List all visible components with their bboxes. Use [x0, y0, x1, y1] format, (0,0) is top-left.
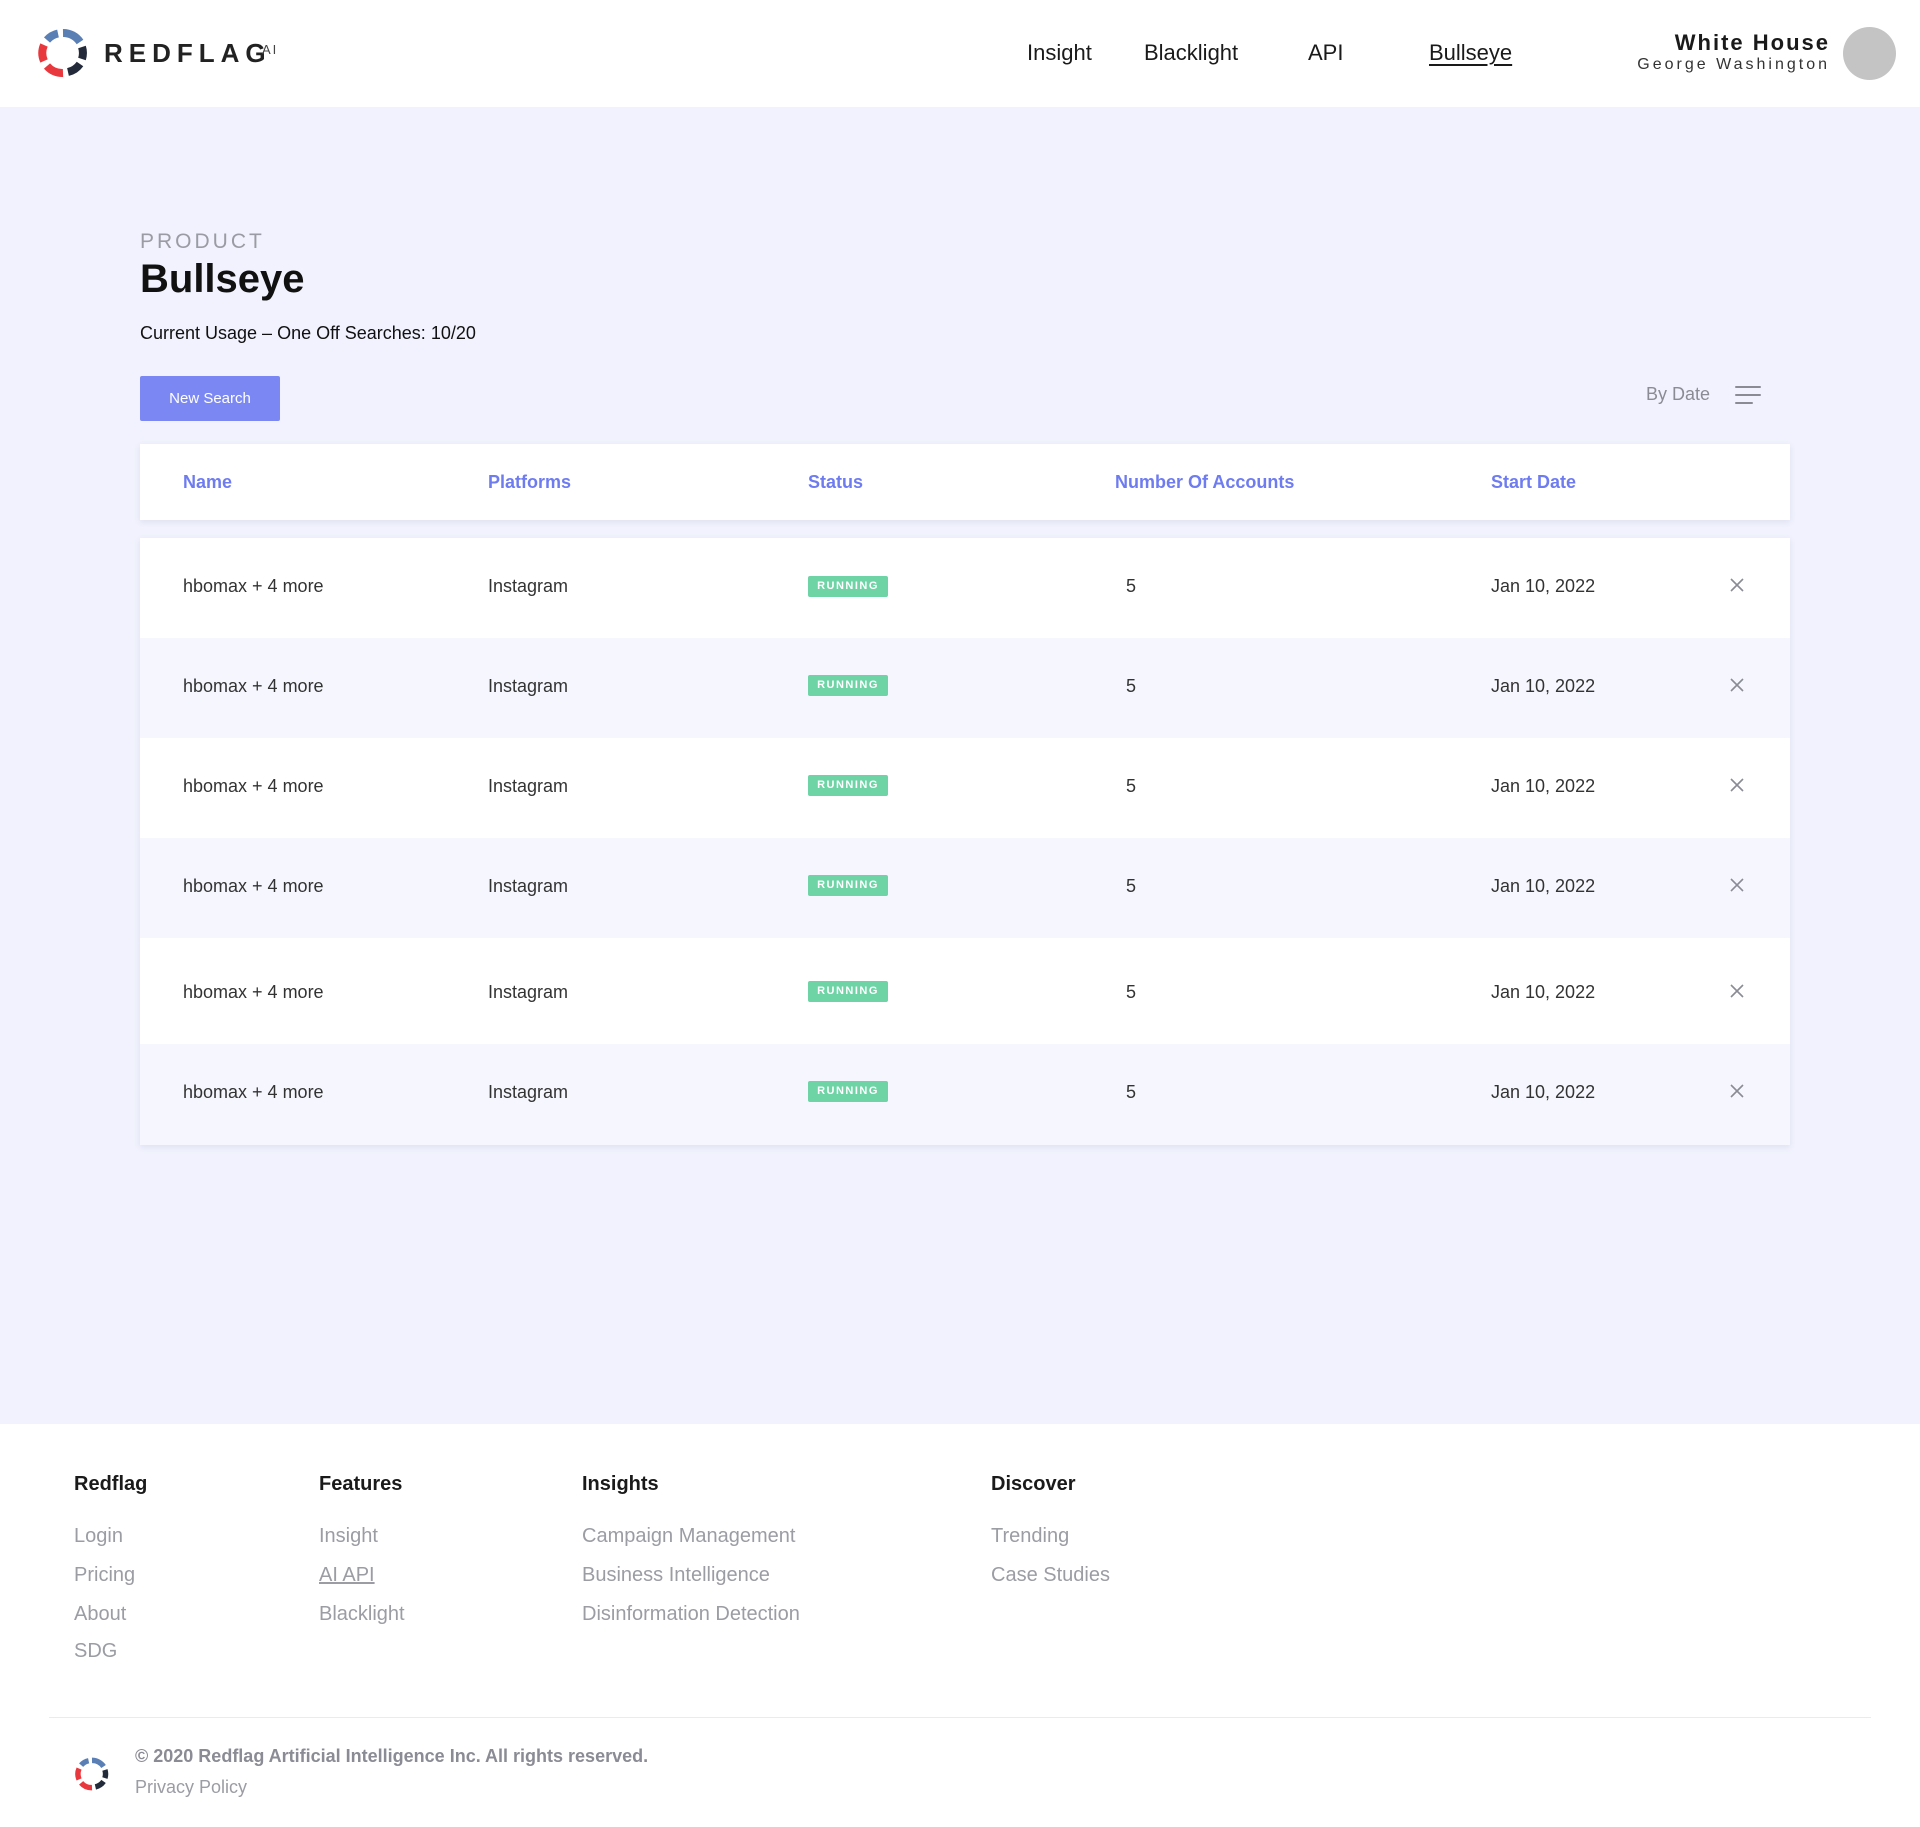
- row-accounts: 5: [1126, 776, 1137, 796]
- status-badge: RUNNING: [808, 775, 888, 796]
- footer-link-ai-api[interactable]: AI API: [319, 1564, 375, 1587]
- table-row[interactable]: hbomax + 4 more Instagram RUNNING 5 Jan …: [140, 538, 1790, 638]
- footer-col-title-features: Features: [319, 1473, 403, 1495]
- new-search-button[interactable]: New Search: [140, 376, 280, 421]
- close-icon[interactable]: [1729, 1083, 1745, 1099]
- table-row[interactable]: hbomax + 4 more Instagram RUNNING 5 Jan …: [140, 838, 1790, 938]
- main-content: PRODUCT Bullseye Current Usage – One Off…: [0, 107, 1920, 1424]
- row-name: hbomax + 4 more: [183, 576, 324, 596]
- row-platform: Instagram: [488, 876, 569, 896]
- column-header-status[interactable]: Status: [808, 472, 863, 493]
- footer-col-title-redflag: Redflag: [74, 1473, 148, 1495]
- close-icon[interactable]: [1729, 677, 1745, 693]
- status-badge: RUNNING: [808, 1081, 888, 1102]
- row-start-date: Jan 10, 2022: [1491, 982, 1596, 1002]
- usage-text: Current Usage – One Off Searches: 10/20: [140, 323, 476, 343]
- row-platform: Instagram: [488, 776, 569, 796]
- page-eyebrow: PRODUCT: [140, 230, 265, 253]
- top-header: REDFLAG AI Insight Blacklight API Bullse…: [0, 0, 1920, 107]
- nav-bullseye[interactable]: Bullseye: [1429, 40, 1512, 66]
- close-icon[interactable]: [1729, 877, 1745, 893]
- nav-insight[interactable]: Insight: [1027, 40, 1092, 66]
- footer-link-disinformation-detection[interactable]: Disinformation Detection: [582, 1603, 800, 1626]
- footer-link-pricing[interactable]: Pricing: [74, 1564, 135, 1587]
- footer-link-login[interactable]: Login: [74, 1525, 123, 1548]
- redflag-footer-logo-icon[interactable]: [75, 1757, 109, 1791]
- status-badge: RUNNING: [808, 675, 888, 696]
- row-start-date: Jan 10, 2022: [1491, 676, 1596, 696]
- column-header-name[interactable]: Name: [183, 472, 232, 493]
- row-start-date: Jan 10, 2022: [1491, 576, 1596, 596]
- close-icon[interactable]: [1729, 777, 1745, 793]
- row-name: hbomax + 4 more: [183, 1082, 324, 1102]
- sort-menu-icon[interactable]: [1735, 386, 1761, 406]
- footer-link-trending[interactable]: Trending: [991, 1525, 1069, 1548]
- row-platform: Instagram: [488, 676, 569, 696]
- avatar[interactable]: [1843, 27, 1896, 80]
- account-user: George Washington: [1637, 56, 1830, 73]
- row-accounts: 5: [1126, 1082, 1137, 1102]
- footer-link-case-studies[interactable]: Case Studies: [991, 1564, 1110, 1587]
- footer-link-business-intelligence[interactable]: Business Intelligence: [582, 1564, 770, 1587]
- account-name: White House: [1674, 30, 1830, 55]
- brand-name[interactable]: REDFLAG: [104, 38, 272, 69]
- footer-col-title-insights: Insights: [582, 1473, 659, 1495]
- brand-superscript: AI: [262, 42, 279, 57]
- row-accounts: 5: [1126, 982, 1137, 1002]
- row-platform: Instagram: [488, 576, 569, 596]
- footer-link-campaign-management[interactable]: Campaign Management: [582, 1525, 795, 1548]
- row-platform: Instagram: [488, 982, 569, 1002]
- table-header: Name Platforms Status Number Of Accounts…: [140, 444, 1790, 520]
- row-start-date: Jan 10, 2022: [1491, 1082, 1596, 1102]
- footer-link-about[interactable]: About: [74, 1603, 126, 1626]
- footer-divider: [49, 1717, 1871, 1718]
- row-start-date: Jan 10, 2022: [1491, 776, 1596, 796]
- nav-blacklight[interactable]: Blacklight: [1144, 40, 1238, 66]
- status-badge: RUNNING: [808, 981, 888, 1002]
- page-title: Bullseye: [140, 257, 305, 301]
- row-name: hbomax + 4 more: [183, 982, 324, 1002]
- row-accounts: 5: [1126, 576, 1137, 596]
- sort-by-date-label[interactable]: By Date: [1646, 384, 1710, 405]
- page-footer: Redflag Login Pricing About SDG Features…: [0, 1424, 1920, 1827]
- column-header-accounts[interactable]: Number Of Accounts: [1115, 472, 1294, 493]
- row-name: hbomax + 4 more: [183, 676, 324, 696]
- row-accounts: 5: [1126, 876, 1137, 896]
- searches-table: hbomax + 4 more Instagram RUNNING 5 Jan …: [140, 538, 1790, 1145]
- status-badge: RUNNING: [808, 576, 888, 597]
- footer-link-sdg[interactable]: SDG: [74, 1640, 117, 1663]
- privacy-policy-link[interactable]: Privacy Policy: [135, 1777, 247, 1798]
- close-icon[interactable]: [1729, 983, 1745, 999]
- footer-col-title-discover: Discover: [991, 1473, 1076, 1495]
- row-accounts: 5: [1126, 676, 1137, 696]
- row-name: hbomax + 4 more: [183, 876, 324, 896]
- footer-link-blacklight[interactable]: Blacklight: [319, 1603, 405, 1626]
- row-platform: Instagram: [488, 1082, 569, 1102]
- column-header-platforms[interactable]: Platforms: [488, 472, 571, 493]
- table-row[interactable]: hbomax + 4 more Instagram RUNNING 5 Jan …: [140, 738, 1790, 838]
- table-row[interactable]: hbomax + 4 more Instagram RUNNING 5 Jan …: [140, 1044, 1790, 1145]
- table-row[interactable]: hbomax + 4 more Instagram RUNNING 5 Jan …: [140, 638, 1790, 738]
- nav-api[interactable]: API: [1308, 40, 1343, 66]
- row-name: hbomax + 4 more: [183, 776, 324, 796]
- column-header-start-date[interactable]: Start Date: [1491, 472, 1576, 493]
- row-start-date: Jan 10, 2022: [1491, 876, 1596, 896]
- redflag-logo-icon[interactable]: [38, 28, 88, 78]
- copyright-text: © 2020 Redflag Artificial Intelligence I…: [135, 1746, 649, 1766]
- status-badge: RUNNING: [808, 875, 888, 896]
- table-row[interactable]: hbomax + 4 more Instagram RUNNING 5 Jan …: [140, 938, 1790, 1044]
- close-icon[interactable]: [1729, 577, 1745, 593]
- footer-link-insight[interactable]: Insight: [319, 1525, 378, 1548]
